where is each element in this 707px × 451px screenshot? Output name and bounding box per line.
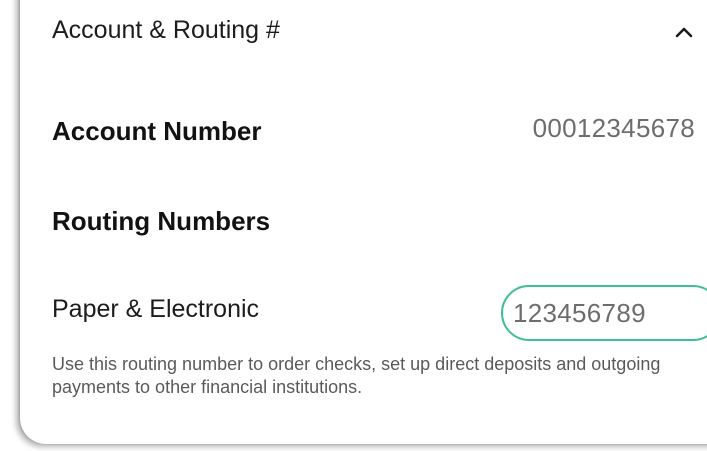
routing-help-text: Use this routing number to order checks,… [52, 354, 661, 397]
paper-electronic-label: Paper & Electronic [52, 295, 260, 323]
chevron-up-icon[interactable] [674, 22, 694, 42]
account-number-value: 00012345678 [532, 113, 695, 143]
screen: Account & Routing # Account Number 00012… [0, 0, 707, 451]
section-title[interactable]: Account & Routing # [52, 12, 280, 48]
routing-number-highlight: 123456789 [501, 285, 707, 341]
account-number-label: Account Number [52, 116, 262, 146]
routing-numbers-heading: Routing Numbers [52, 206, 271, 236]
routing-number-value: 123456789 [513, 297, 646, 328]
